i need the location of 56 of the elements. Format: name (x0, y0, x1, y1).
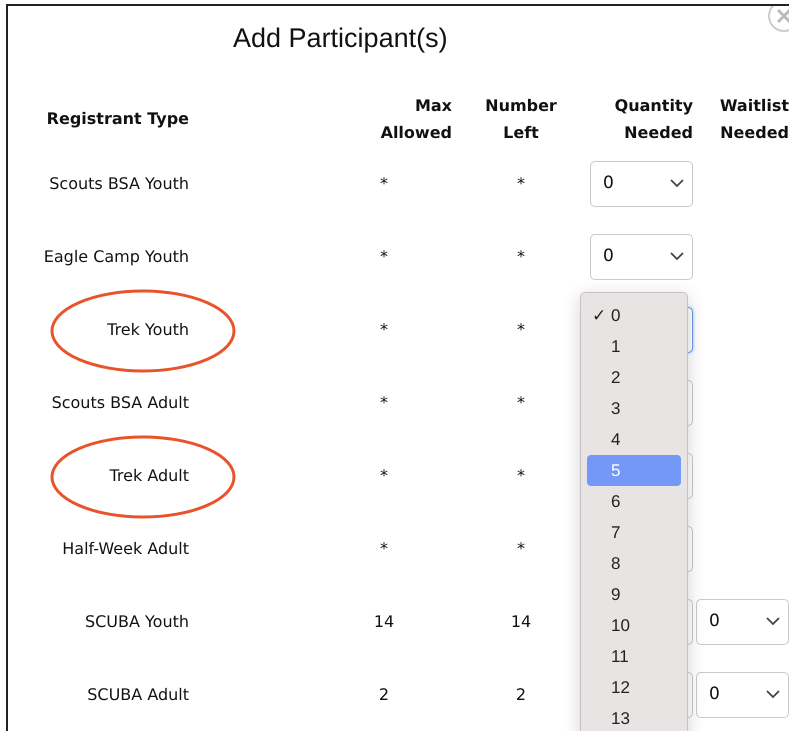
dropdown-option[interactable]: 0 ✓ (587, 300, 681, 331)
table-cell-text: 2 (378, 684, 390, 706)
column-header: Number Left (484, 94, 558, 144)
registrant-type: Scouts BSA Adult (52, 392, 189, 414)
table-cell-text: * (516, 392, 526, 414)
dialog-title: Add Participant(s) (233, 22, 448, 54)
select-value: 0 (709, 682, 720, 706)
dropdown-option[interactable]: 12 (587, 672, 681, 703)
dropdown-option[interactable]: 9 (587, 579, 681, 610)
dropdown-option[interactable]: 10 (587, 610, 681, 641)
select-value: 0 (603, 244, 614, 268)
column-header: Waitlist Needed (718, 94, 789, 144)
waitlist-select[interactable]: 0 (696, 598, 789, 644)
dropdown-option[interactable]: 13 (587, 703, 681, 731)
table-cell-text: * (516, 172, 526, 194)
chevron-icon (670, 252, 684, 261)
table-cell-text: * (516, 538, 526, 560)
registrant-type: Eagle Camp Youth (44, 246, 189, 268)
table-cell-text: 14 (510, 610, 532, 632)
chevron-icon (766, 617, 780, 626)
check-icon: ✓ (592, 302, 606, 328)
registrant-type: Trek Adult (109, 464, 189, 486)
table-cell-text: * (516, 464, 526, 486)
registrant-type: Scouts BSA Youth (49, 172, 189, 194)
select-value: 0 (603, 172, 614, 195)
quantity-select[interactable]: 0 (590, 160, 693, 206)
chevron-icon (670, 179, 684, 188)
dropdown-option[interactable]: 7 (587, 517, 681, 548)
registrant-type: Trek Youth (107, 318, 189, 340)
table-cell-text: * (516, 318, 526, 340)
registrant-type: Half-Week Adult (62, 538, 189, 560)
table-cell-text: * (379, 172, 389, 194)
registrant-type: SCUBA Adult (87, 684, 189, 706)
dropdown-option[interactable]: 1 (587, 331, 681, 362)
quantity-select[interactable]: 0 (590, 234, 693, 280)
table-cell-text: 2 (514, 684, 528, 706)
dropdown-option[interactable]: 6 (587, 486, 681, 517)
dropdown-option[interactable]: 2 (587, 362, 681, 393)
chevron-icon (766, 690, 780, 699)
table-cell-text: * (516, 246, 526, 268)
table-cell-text: * (379, 392, 389, 414)
table-cell-text: * (379, 318, 389, 340)
table-cell-text: * (379, 464, 389, 486)
dropdown-option[interactable]: 4 (587, 424, 681, 455)
registrant-type: SCUBA Youth (84, 610, 189, 632)
column-header: Registrant Type (46, 108, 189, 130)
dropdown-option[interactable]: 11 (587, 641, 681, 672)
table-cell-text: 14 (372, 610, 396, 632)
select-value: 0 (709, 610, 720, 633)
dropdown-option[interactable]: 3 (587, 393, 681, 424)
waitlist-select[interactable]: 0 (696, 672, 789, 718)
column-header: Quantity Needed (614, 94, 693, 144)
table-cell-text: * (379, 246, 389, 268)
table-cell-text: * (379, 538, 389, 560)
column-header: Max Allowed (380, 94, 452, 144)
dropdown-option[interactable]: 8 (587, 548, 681, 579)
